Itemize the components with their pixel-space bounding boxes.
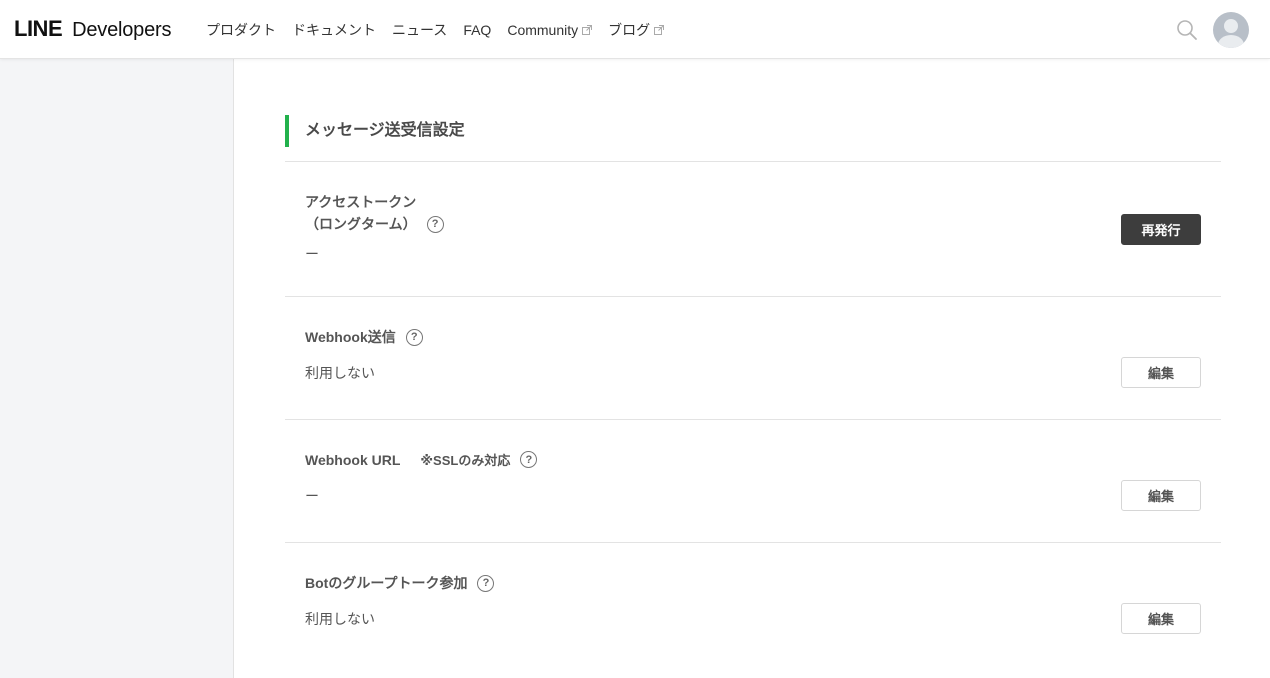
bot-group-talk-label-text: Botのグループトーク参加 bbox=[305, 575, 468, 591]
nav-item-blog[interactable]: ブログ bbox=[608, 20, 665, 40]
external-link-icon bbox=[582, 25, 593, 35]
divider bbox=[285, 419, 1221, 420]
nav-item-community[interactable]: Community bbox=[507, 22, 593, 38]
webhook-url-label-text: Webhook URL bbox=[305, 451, 401, 468]
edit-webhook-url-button[interactable]: 編集 bbox=[1121, 480, 1201, 511]
help-icon[interactable]: ? bbox=[405, 328, 423, 346]
webhook-send-label-text: Webhook送信 bbox=[305, 329, 396, 345]
search-icon[interactable] bbox=[1176, 19, 1198, 41]
access-token-value: ー bbox=[305, 246, 319, 262]
webhook-send-label: Webhook送信 ? bbox=[305, 327, 423, 347]
logo-line-text: LINE bbox=[14, 16, 63, 41]
access-token-label: （ロングターム） ? bbox=[305, 214, 444, 234]
main-nav: プロダクト ドキュメント ニュース FAQ Community ブログ bbox=[206, 20, 680, 40]
help-icon[interactable]: ? bbox=[426, 215, 444, 233]
divider bbox=[285, 161, 1221, 162]
top-header: LINE Developers プロダクト ドキュメント ニュース FAQ Co… bbox=[0, 0, 1270, 59]
user-avatar-icon[interactable] bbox=[1213, 12, 1249, 48]
ssl-only-note: ※SSLのみ対応 bbox=[420, 453, 511, 468]
nav-item-products[interactable]: プロダクト bbox=[206, 20, 276, 40]
edit-webhook-send-button[interactable]: 編集 bbox=[1121, 357, 1201, 388]
line-developers-logo[interactable]: LINE Developers bbox=[14, 16, 171, 44]
access-token-label-line2: （ロングターム） bbox=[305, 216, 417, 232]
edit-bot-group-talk-button[interactable]: 編集 bbox=[1121, 603, 1201, 634]
bot-group-talk-label: Botのグループトーク参加 ? bbox=[305, 573, 495, 593]
left-sidebar bbox=[0, 59, 234, 678]
reissue-token-button[interactable]: 再発行 bbox=[1121, 214, 1201, 245]
divider bbox=[285, 542, 1221, 543]
webhook-url-value: ー bbox=[305, 488, 319, 504]
section-title-messaging-settings: メッセージ送受信設定 bbox=[285, 115, 465, 147]
webhook-url-label: Webhook URL ※SSLのみ対応 ? bbox=[305, 450, 538, 469]
nav-item-documents[interactable]: ドキュメント bbox=[292, 20, 376, 40]
divider bbox=[285, 296, 1221, 297]
access-token-label-line1: アクセストークン bbox=[305, 194, 417, 210]
nav-item-news[interactable]: ニュース bbox=[392, 20, 447, 40]
main-content: メッセージ送受信設定 アクセストークン （ロングターム） ? ー 再発行 Web… bbox=[235, 59, 1270, 678]
nav-item-faq[interactable]: FAQ bbox=[463, 22, 491, 38]
webhook-send-value: 利用しない bbox=[305, 365, 375, 381]
help-icon[interactable]: ? bbox=[477, 574, 495, 592]
external-link-icon bbox=[654, 25, 665, 35]
help-icon[interactable]: ? bbox=[520, 451, 538, 468]
bot-group-talk-value: 利用しない bbox=[305, 611, 375, 627]
logo-developers-text: Developers bbox=[72, 19, 172, 41]
